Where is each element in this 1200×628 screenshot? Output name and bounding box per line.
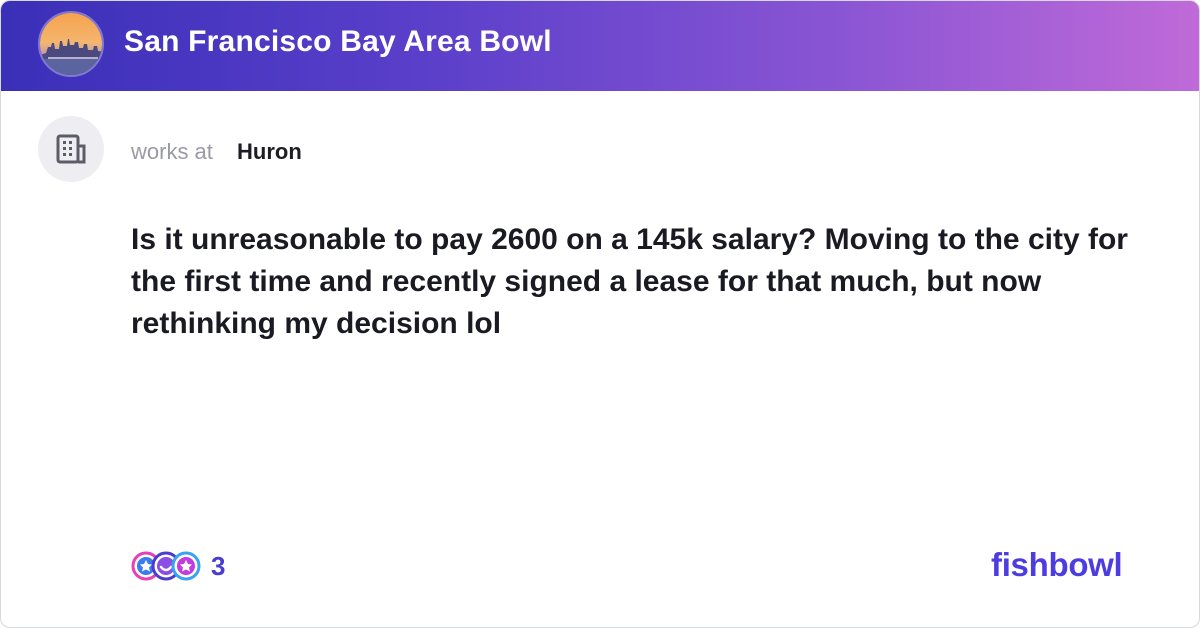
post-card: San Francisco Bay Area Bowl works at Hur… [0,0,1200,628]
company-name[interactable]: Huron [237,139,302,165]
reactions-summary[interactable]: 3 [131,549,225,583]
bowl-title[interactable]: San Francisco Bay Area Bowl [124,25,552,59]
building-icon [56,134,86,164]
post-text[interactable]: Is it unreasonable to pay 2600 on a 145k… [131,219,1131,345]
fishbowl-logo[interactable]: fishbowl [991,546,1123,584]
reaction-icons [131,551,201,581]
city-skyline-icon [40,13,102,75]
works-at-label: works at [131,139,213,164]
star-reaction-icon [171,551,201,581]
reaction-count: 3 [211,550,226,581]
bowl-avatar[interactable] [38,11,104,77]
bowl-header[interactable]: San Francisco Bay Area Bowl [1,1,1199,91]
company-avatar[interactable] [38,116,104,182]
